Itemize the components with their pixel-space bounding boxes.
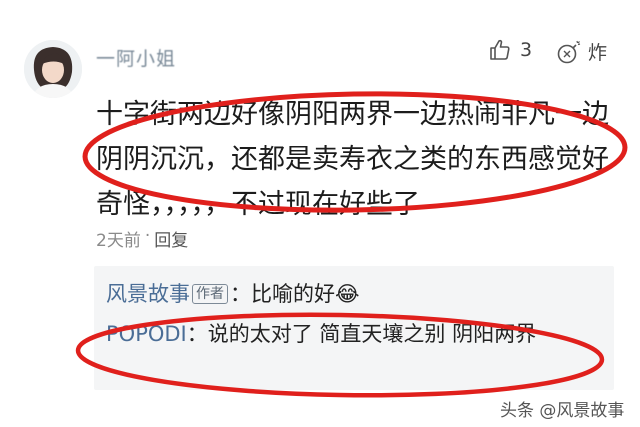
reply-separator: ： bbox=[186, 322, 208, 346]
comment-text: 十字街两边好像阴阳两界一边热闹非凡一边阴阴沉沉，还都是卖寿衣之类的东西感觉好奇怪… bbox=[96, 99, 609, 220]
replies-box: 风景故事 作者 ：比喻的好😂 POPODI：说的太对了 简直天壤之别 阴阳两界 bbox=[94, 266, 614, 390]
reply-text: 比喻的好😂 bbox=[251, 282, 360, 306]
comment-screen: 一阿小姐 3 炸 十字街两边好像阴阳两界一边热闹非凡一边阴阴沉沉，还都是卖寿衣之… bbox=[0, 0, 640, 427]
like-count: 3 bbox=[520, 39, 533, 61]
reply-author[interactable]: 风景故事 bbox=[106, 282, 190, 306]
reply-separator: ： bbox=[230, 282, 251, 306]
bomb-button[interactable]: 炸 bbox=[556, 38, 607, 65]
reply-item[interactable]: 风景故事 作者 ：比喻的好😂 bbox=[106, 278, 360, 308]
avatar-image bbox=[24, 40, 82, 98]
author-badge: 作者 bbox=[192, 284, 228, 304]
thumbs-up-icon bbox=[490, 39, 510, 60]
bomb-icon bbox=[557, 40, 581, 63]
comment-meta: 2天前 · 回复 bbox=[96, 226, 188, 251]
reply-text: 说的太对了 简直天壤之别 阴阳两界 bbox=[207, 322, 537, 346]
reply-link[interactable]: 回复 bbox=[154, 226, 188, 251]
reply-author[interactable]: POPODI bbox=[106, 322, 187, 346]
username[interactable]: 一阿小姐 bbox=[96, 44, 176, 71]
avatar[interactable] bbox=[24, 40, 82, 98]
meta-separator: · bbox=[144, 226, 151, 246]
bomb-label: 炸 bbox=[588, 42, 608, 64]
comment-time: 2天前 bbox=[96, 231, 141, 251]
like-button[interactable]: 3 bbox=[488, 38, 532, 62]
reply-item[interactable]: POPODI：说的太对了 简直天壤之别 阴阳两界 bbox=[106, 318, 586, 350]
watermark: 头条 @风景故事 bbox=[500, 401, 625, 421]
